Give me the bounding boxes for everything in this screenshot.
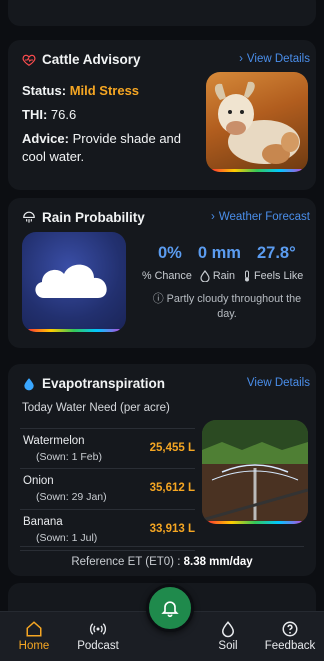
advice-label: Advice: <box>22 131 69 146</box>
cloud-icon <box>35 264 107 298</box>
home-icon <box>26 621 42 637</box>
app-screen: Cattle Advisory › View Details Status: M… <box>0 0 324 661</box>
reference-et: Reference ET (ET0) : 8.38 mm/day <box>8 556 316 568</box>
crop-sown-date: (Sown: 1 Jul) <box>36 532 98 544</box>
podcast-icon <box>89 623 107 635</box>
rain-label-group: Rain <box>200 270 235 282</box>
status-label: Status: <box>22 83 67 98</box>
evapotranspiration-card[interactable]: Evapotranspiration View Details Today Wa… <box>8 364 316 576</box>
feels-like-label-group: Feels Like <box>243 270 303 282</box>
cattle-image <box>206 72 308 172</box>
water-drop-icon <box>221 621 235 638</box>
cattle-advisory-header: Cattle Advisory <box>22 52 141 67</box>
bell-icon <box>161 601 179 618</box>
crop-row: Watermelon (Sown: 1 Feb) 25,455 L <box>20 428 195 469</box>
crop-row: Banana (Sown: 1 Jul) 33,913 L <box>20 510 195 551</box>
water-drop-icon <box>200 270 210 282</box>
nav-feedback-label: Feedback <box>264 640 316 652</box>
crop-water-value: 25,455 L <box>149 442 195 454</box>
crop-name: Onion <box>23 475 54 487</box>
forecast-note-text: Partly cloudy throughout the day. <box>166 293 302 320</box>
nav-feedback[interactable]: Feedback <box>258 620 322 652</box>
thi-label: THI: <box>22 107 48 122</box>
cattle-advisory-title: Cattle Advisory <box>42 52 141 67</box>
heart-pulse-icon <box>22 54 36 66</box>
crop-name: Banana <box>23 516 63 528</box>
water-drop-icon <box>24 377 34 390</box>
evapo-view-details-link[interactable]: View Details <box>247 377 310 389</box>
nav-podcast-label: Podcast <box>77 640 119 652</box>
chevron-right-icon: › <box>239 53 243 65</box>
cow-illustration <box>214 81 300 164</box>
crop-sown-date: (Sown: 29 Jan) <box>36 491 107 503</box>
forecast-note: ⓘ Partly cloudy throughout the day. <box>142 292 312 322</box>
notifications-fab[interactable] <box>146 584 194 632</box>
cattle-view-details-label: View Details <box>246 53 310 65</box>
sprinkler-illustration <box>202 420 308 524</box>
cloud-image <box>22 232 126 332</box>
help-circle-icon <box>282 621 298 637</box>
chance-label: Chance <box>154 270 192 282</box>
umbrella-rain-icon <box>23 211 35 223</box>
rain-probability-title: Rain Probability <box>42 210 145 225</box>
chance-value: 0% <box>158 244 182 262</box>
crop-water-table: Watermelon (Sown: 1 Feb) 25,455 L Onion … <box>20 428 195 551</box>
thermometer-icon <box>245 270 250 282</box>
nav-podcast[interactable]: Podcast <box>66 620 130 652</box>
crop-name: Watermelon <box>23 435 85 447</box>
cattle-image-rim <box>212 169 302 172</box>
crop-water-value: 33,913 L <box>149 523 195 535</box>
chevron-right-icon: › <box>210 211 215 223</box>
evapo-view-details-label: View Details <box>246 377 310 389</box>
ref-et-divider <box>20 546 304 547</box>
nav-home-label: Home <box>18 640 50 652</box>
weather-forecast-label: Weather Forecast <box>218 211 310 223</box>
rain-label: Rain <box>212 270 236 282</box>
crop-sown-date: (Sown: 1 Feb) <box>36 451 102 463</box>
cattle-advisory-card[interactable]: Cattle Advisory › View Details Status: M… <box>8 40 316 190</box>
irrigation-image <box>202 420 308 524</box>
cattle-status-line: Status: Mild Stress <box>22 82 202 100</box>
status-value: Mild Stress <box>69 83 140 98</box>
ref-et-value: 8.38 mm/day <box>183 556 253 568</box>
info-icon: ⓘ <box>152 293 164 305</box>
rain-value: 0 mm <box>197 244 241 262</box>
crop-row: Onion (Sown: 29 Jan) 35,612 L <box>20 469 195 510</box>
irrigation-image-rim <box>208 521 302 524</box>
evapotranspiration-title: Evapotranspiration <box>42 376 166 391</box>
ref-et-label: Reference ET (ET0) : <box>71 556 181 568</box>
water-need-subhead: Today Water Need (per acre) <box>22 402 170 414</box>
nav-soil-label: Soil <box>218 640 238 652</box>
rain-values: 0% 0 mm 27.8° <box>158 244 296 263</box>
nav-home[interactable]: Home <box>2 620 66 652</box>
previous-card <box>8 0 316 26</box>
rain-labels: % Chance Rain Feels Like <box>142 270 303 282</box>
weather-forecast-link[interactable]: › Weather Forecast <box>211 211 310 223</box>
cattle-thi-line: THI: 76.6 <box>22 106 202 124</box>
rain-probability-header: Rain Probability <box>22 210 145 225</box>
nav-soil[interactable]: Soil <box>196 620 260 652</box>
thi-value: 76.6 <box>50 107 77 122</box>
chance-label-group: % Chance <box>142 270 192 282</box>
feels-like-value: 27.8° <box>256 244 296 262</box>
cloud-image-rim <box>28 329 120 332</box>
evapotranspiration-header: Evapotranspiration <box>22 376 165 391</box>
feels-like-label: Feels Like <box>254 270 304 282</box>
crop-water-value: 35,612 L <box>149 482 195 494</box>
rain-probability-card[interactable]: Rain Probability › Weather Forecast 0% 0… <box>8 198 316 348</box>
cattle-advice-line: Advice: Provide shade and cool water. <box>22 130 202 166</box>
cattle-view-details-link[interactable]: › View Details <box>239 53 310 65</box>
percent-icon: % <box>142 270 152 282</box>
